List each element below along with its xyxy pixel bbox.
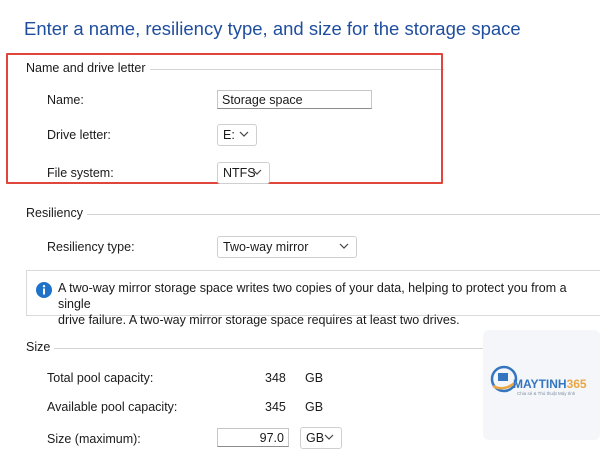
drive-letter-label: Drive letter: — [47, 128, 111, 142]
total-capacity-unit: GB — [305, 371, 324, 385]
size-group-title: Size — [26, 340, 55, 354]
drive-letter-value: E: — [223, 128, 235, 142]
available-capacity-unit: GB — [305, 400, 324, 414]
file-system-select[interactable]: NTFS — [217, 162, 270, 184]
drive-letter-select[interactable]: E: — [217, 124, 257, 146]
info-line-1: A two-way mirror storage space writes tw… — [58, 281, 567, 311]
chevron-down-icon — [339, 243, 349, 249]
size-unit-value: GB — [306, 431, 325, 445]
brand-tagline: Chia sẻ & Thủ thuật Máy tính — [517, 391, 576, 396]
available-capacity-label: Available pool capacity: — [47, 400, 178, 414]
size-label: Size (maximum): — [47, 432, 141, 446]
resiliency-group-divider — [26, 214, 600, 215]
size-group-divider — [26, 348, 483, 349]
resiliency-group-title: Resiliency — [26, 206, 87, 220]
brand-accent: 365 — [566, 377, 587, 391]
size-input[interactable] — [217, 428, 289, 447]
brand-main: MAYTINH — [513, 377, 567, 391]
resiliency-info-box: A two-way mirror storage space writes tw… — [26, 270, 600, 327]
chevron-down-icon — [252, 169, 262, 175]
resiliency-info-text: A two-way mirror storage space writes tw… — [58, 280, 598, 328]
chevron-down-icon — [239, 131, 249, 137]
info-line-2: drive failure. A two-way mirror storage … — [58, 313, 460, 327]
total-capacity-value: 348 — [265, 371, 286, 385]
resiliency-type-value: Two-way mirror — [223, 240, 309, 254]
resiliency-type-label: Resiliency type: — [47, 240, 135, 254]
file-system-label: File system: — [47, 166, 114, 180]
total-capacity-label: Total pool capacity: — [47, 371, 154, 385]
available-capacity-value: 345 — [265, 400, 286, 414]
watermark: MAYTINH365 Chia sẻ & Thủ thuật Máy tính — [483, 330, 600, 440]
name-label: Name: — [47, 93, 84, 107]
info-icon — [36, 282, 52, 298]
chevron-down-icon — [324, 434, 334, 440]
size-unit-select[interactable]: GB — [300, 427, 342, 449]
name-input[interactable] — [217, 90, 372, 109]
page-title: Enter a name, resiliency type, and size … — [24, 18, 521, 39]
resiliency-type-select[interactable]: Two-way mirror — [217, 236, 357, 258]
brand-name: MAYTINH365 — [513, 377, 587, 391]
